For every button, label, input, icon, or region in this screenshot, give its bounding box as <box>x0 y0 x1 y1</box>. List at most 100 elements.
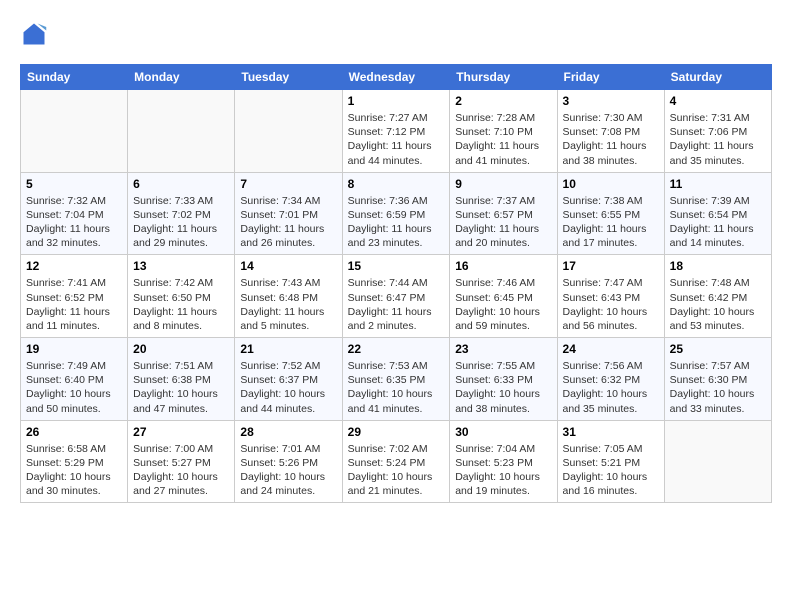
day-info: Sunrise: 7:38 AM Sunset: 6:55 PM Dayligh… <box>563 194 659 251</box>
calendar-cell <box>21 90 128 173</box>
col-header-tuesday: Tuesday <box>235 65 342 90</box>
day-number: 27 <box>133 425 229 439</box>
day-info: Sunrise: 7:02 AM Sunset: 5:24 PM Dayligh… <box>348 442 445 499</box>
day-number: 5 <box>26 177 122 191</box>
col-header-sunday: Sunday <box>21 65 128 90</box>
calendar-cell: 22 Sunrise: 7:53 AM Sunset: 6:35 PM Dayli… <box>342 338 450 421</box>
day-info: Sunrise: 7:32 AM Sunset: 7:04 PM Dayligh… <box>26 194 122 251</box>
day-number: 9 <box>455 177 551 191</box>
calendar-cell: 6 Sunrise: 7:33 AM Sunset: 7:02 PM Daylig… <box>128 172 235 255</box>
day-number: 2 <box>455 94 551 108</box>
calendar-cell: 23Sunrise: 7:55 AM Sunset: 6:33 PM Dayli… <box>450 338 557 421</box>
calendar-header-row: SundayMondayTuesdayWednesdayThursdayFrid… <box>21 65 772 90</box>
calendar-cell: 26 Sunrise: 6:58 AM Sunset: 5:29 PM Dayli… <box>21 420 128 503</box>
day-number: 25 <box>670 342 766 356</box>
day-info: Sunrise: 7:43 AM Sunset: 6:48 PM Dayligh… <box>240 276 336 333</box>
day-number: 17 <box>563 259 659 273</box>
page-header <box>20 20 772 48</box>
day-number: 31 <box>563 425 659 439</box>
calendar-cell: 21 Sunrise: 7:52 AM Sunset: 6:37 PM Dayli… <box>235 338 342 421</box>
calendar-cell: 20 Sunrise: 7:51 AM Sunset: 6:38 PM Dayli… <box>128 338 235 421</box>
day-info: Sunrise: 7:56 AM Sunset: 6:32 PM Dayligh… <box>563 359 659 416</box>
calendar-cell: 11Sunrise: 7:39 AM Sunset: 6:54 PM Dayli… <box>664 172 771 255</box>
day-number: 6 <box>133 177 229 191</box>
calendar-cell: 12 Sunrise: 7:41 AM Sunset: 6:52 PM Dayli… <box>21 255 128 338</box>
col-header-thursday: Thursday <box>450 65 557 90</box>
calendar-week-row: 19 Sunrise: 7:49 AM Sunset: 6:40 PM Dayli… <box>21 338 772 421</box>
day-number: 20 <box>133 342 229 356</box>
day-info: Sunrise: 7:42 AM Sunset: 6:50 PM Dayligh… <box>133 276 229 333</box>
calendar-cell: 8Sunrise: 7:36 AM Sunset: 6:59 PM Daylig… <box>342 172 450 255</box>
calendar-week-row: 1 Sunrise: 7:27 AM Sunset: 7:12 PM Daylig… <box>21 90 772 173</box>
calendar-cell: 16 Sunrise: 7:46 AM Sunset: 6:45 PM Dayli… <box>450 255 557 338</box>
day-info: Sunrise: 7:36 AM Sunset: 6:59 PM Dayligh… <box>348 194 445 251</box>
calendar-cell: 9 Sunrise: 7:37 AM Sunset: 6:57 PM Daylig… <box>450 172 557 255</box>
day-info: Sunrise: 7:49 AM Sunset: 6:40 PM Dayligh… <box>26 359 122 416</box>
day-number: 14 <box>240 259 336 273</box>
day-number: 19 <box>26 342 122 356</box>
calendar-cell: 14 Sunrise: 7:43 AM Sunset: 6:48 PM Dayli… <box>235 255 342 338</box>
day-info: Sunrise: 7:04 AM Sunset: 5:23 PM Dayligh… <box>455 442 551 499</box>
calendar-cell: 30 Sunrise: 7:04 AM Sunset: 5:23 PM Dayli… <box>450 420 557 503</box>
calendar-cell <box>128 90 235 173</box>
calendar-week-row: 26 Sunrise: 6:58 AM Sunset: 5:29 PM Dayli… <box>21 420 772 503</box>
day-number: 21 <box>240 342 336 356</box>
calendar-cell <box>235 90 342 173</box>
calendar-week-row: 5 Sunrise: 7:32 AM Sunset: 7:04 PM Daylig… <box>21 172 772 255</box>
day-info: Sunrise: 7:44 AM Sunset: 6:47 PM Dayligh… <box>348 276 445 333</box>
calendar-cell: 7 Sunrise: 7:34 AM Sunset: 7:01 PM Daylig… <box>235 172 342 255</box>
day-info: Sunrise: 7:37 AM Sunset: 6:57 PM Dayligh… <box>455 194 551 251</box>
day-number: 7 <box>240 177 336 191</box>
col-header-wednesday: Wednesday <box>342 65 450 90</box>
day-info: Sunrise: 7:34 AM Sunset: 7:01 PM Dayligh… <box>240 194 336 251</box>
day-info: Sunrise: 7:55 AM Sunset: 6:33 PM Dayligh… <box>455 359 551 416</box>
day-number: 22 <box>348 342 445 356</box>
day-info: Sunrise: 7:46 AM Sunset: 6:45 PM Dayligh… <box>455 276 551 333</box>
day-number: 10 <box>563 177 659 191</box>
calendar-week-row: 12 Sunrise: 7:41 AM Sunset: 6:52 PM Dayli… <box>21 255 772 338</box>
day-info: Sunrise: 7:27 AM Sunset: 7:12 PM Dayligh… <box>348 111 445 168</box>
day-number: 12 <box>26 259 122 273</box>
calendar-cell: 10 Sunrise: 7:38 AM Sunset: 6:55 PM Dayli… <box>557 172 664 255</box>
day-number: 1 <box>348 94 445 108</box>
day-number: 16 <box>455 259 551 273</box>
day-info: Sunrise: 7:41 AM Sunset: 6:52 PM Dayligh… <box>26 276 122 333</box>
logo-icon <box>20 20 48 48</box>
day-info: Sunrise: 7:51 AM Sunset: 6:38 PM Dayligh… <box>133 359 229 416</box>
day-info: Sunrise: 7:39 AM Sunset: 6:54 PM Dayligh… <box>670 194 766 251</box>
day-number: 26 <box>26 425 122 439</box>
day-number: 24 <box>563 342 659 356</box>
day-info: Sunrise: 7:33 AM Sunset: 7:02 PM Dayligh… <box>133 194 229 251</box>
day-info: Sunrise: 7:28 AM Sunset: 7:10 PM Dayligh… <box>455 111 551 168</box>
calendar-cell: 29 Sunrise: 7:02 AM Sunset: 5:24 PM Dayli… <box>342 420 450 503</box>
day-number: 29 <box>348 425 445 439</box>
day-info: Sunrise: 6:58 AM Sunset: 5:29 PM Dayligh… <box>26 442 122 499</box>
day-info: Sunrise: 7:57 AM Sunset: 6:30 PM Dayligh… <box>670 359 766 416</box>
calendar-cell: 13Sunrise: 7:42 AM Sunset: 6:50 PM Dayli… <box>128 255 235 338</box>
calendar-cell: 15 Sunrise: 7:44 AM Sunset: 6:47 PM Dayli… <box>342 255 450 338</box>
calendar-cell <box>664 420 771 503</box>
col-header-monday: Monday <box>128 65 235 90</box>
col-header-saturday: Saturday <box>664 65 771 90</box>
calendar-cell: 28 Sunrise: 7:01 AM Sunset: 5:26 PM Dayli… <box>235 420 342 503</box>
day-info: Sunrise: 7:53 AM Sunset: 6:35 PM Dayligh… <box>348 359 445 416</box>
calendar-cell: 4 Sunrise: 7:31 AM Sunset: 7:06 PM Daylig… <box>664 90 771 173</box>
day-info: Sunrise: 7:47 AM Sunset: 6:43 PM Dayligh… <box>563 276 659 333</box>
day-info: Sunrise: 7:01 AM Sunset: 5:26 PM Dayligh… <box>240 442 336 499</box>
day-number: 30 <box>455 425 551 439</box>
day-info: Sunrise: 7:52 AM Sunset: 6:37 PM Dayligh… <box>240 359 336 416</box>
calendar-cell: 17 Sunrise: 7:47 AM Sunset: 6:43 PM Dayli… <box>557 255 664 338</box>
day-number: 15 <box>348 259 445 273</box>
calendar-cell: 27Sunrise: 7:00 AM Sunset: 5:27 PM Dayli… <box>128 420 235 503</box>
calendar-cell: 24 Sunrise: 7:56 AM Sunset: 6:32 PM Dayli… <box>557 338 664 421</box>
day-number: 4 <box>670 94 766 108</box>
day-info: Sunrise: 7:05 AM Sunset: 5:21 PM Dayligh… <box>563 442 659 499</box>
day-number: 18 <box>670 259 766 273</box>
calendar-cell: 5 Sunrise: 7:32 AM Sunset: 7:04 PM Daylig… <box>21 172 128 255</box>
day-info: Sunrise: 7:31 AM Sunset: 7:06 PM Dayligh… <box>670 111 766 168</box>
logo <box>20 20 52 48</box>
calendar-cell: 19 Sunrise: 7:49 AM Sunset: 6:40 PM Dayli… <box>21 338 128 421</box>
day-number: 28 <box>240 425 336 439</box>
calendar-cell: 31 Sunrise: 7:05 AM Sunset: 5:21 PM Dayli… <box>557 420 664 503</box>
day-number: 3 <box>563 94 659 108</box>
